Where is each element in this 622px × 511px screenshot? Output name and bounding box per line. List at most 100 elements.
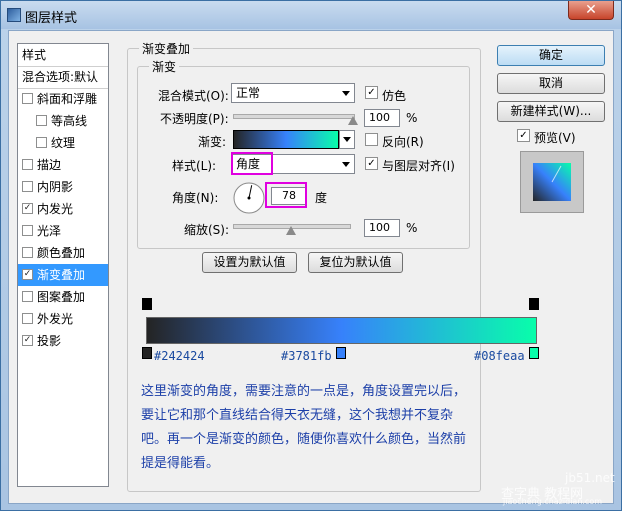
app-icon <box>7 8 21 22</box>
sidebar-item[interactable]: 混合选项:默认 <box>18 66 108 89</box>
dither-label: 仿色 <box>382 89 407 103</box>
sidebar-item[interactable]: 内阴影 <box>18 176 108 198</box>
sidebar-item[interactable]: ✓ 内发光 <box>18 198 108 220</box>
sidebar-item-checkbox[interactable]: ✓ <box>22 335 33 346</box>
color-stop-1[interactable] <box>142 347 152 359</box>
sidebar-item-label: 光泽 <box>37 224 62 238</box>
sidebar-item-label: 纹理 <box>51 136 76 150</box>
sidebar-item-checkbox[interactable] <box>22 247 33 258</box>
sidebar-item-checkbox[interactable] <box>22 225 33 236</box>
style-preview-thumbnail <box>520 151 584 213</box>
ok-button[interactable]: 确定 <box>497 45 605 66</box>
reverse-checkbox[interactable] <box>365 133 378 146</box>
sidebar-item[interactable]: 图案叠加 <box>18 286 108 308</box>
reset-default-button[interactable]: 复位为默认值 <box>308 252 403 273</box>
sidebar-item[interactable]: ✓ 投影 <box>18 330 108 352</box>
reverse-label: 反向(R) <box>382 135 424 149</box>
sidebar-item-checkbox[interactable] <box>22 159 33 170</box>
sidebar-item-label: 内发光 <box>37 202 74 216</box>
dither-checkbox[interactable]: ✓ <box>365 86 378 99</box>
sidebar-item-checkbox[interactable] <box>22 181 33 192</box>
sidebar-item-label: 混合选项:默认 <box>22 70 99 84</box>
align-with-layer-label: 与图层对齐(I) <box>382 159 455 173</box>
gradient-group-title: 渐变 <box>149 58 180 75</box>
highlight-box-style <box>231 152 273 175</box>
sidebar-item[interactable]: 光泽 <box>18 220 108 242</box>
chevron-down-icon <box>342 91 350 96</box>
preview-checkbox[interactable]: ✓ <box>517 129 530 142</box>
opacity-stop-left[interactable] <box>142 298 152 310</box>
sidebar-item-label: 颜色叠加 <box>37 246 86 260</box>
opacity-input[interactable]: 100 <box>364 109 400 127</box>
sidebar-item[interactable]: 描边 <box>18 154 108 176</box>
sidebar-item-label: 描边 <box>37 158 62 172</box>
style-list: 样式混合选项:默认斜面和浮雕等高线纹理描边内阴影 ✓ 内发光光泽颜色叠加 ✓ 渐变叠加图… <box>17 43 109 487</box>
color-stop-3[interactable] <box>529 347 539 359</box>
chevron-down-icon <box>343 137 351 142</box>
close-button[interactable]: ✕ <box>568 1 614 20</box>
sidebar-item-label: 等高线 <box>51 114 88 128</box>
opacity-stop-right[interactable] <box>529 298 539 310</box>
title-bar[interactable]: 图层样式 ✕ <box>1 1 621 29</box>
sidebar-item-checkbox[interactable]: ✓ <box>22 269 33 280</box>
layer-style-window: 图层样式 ✕ 样式混合选项:默认斜面和浮雕等高线纹理描边内阴影 ✓ 内发光光泽颜色叠… <box>0 0 622 511</box>
gradient-dropdown-button[interactable] <box>339 130 355 149</box>
sidebar-item[interactable]: 颜色叠加 <box>18 242 108 264</box>
color-stop-3-hex: #08feaa <box>474 349 525 363</box>
sidebar-item-label: 样式 <box>22 48 47 62</box>
gradient-overlay-title: 渐变叠加 <box>139 40 194 57</box>
scale-input[interactable]: 100 <box>364 219 400 237</box>
color-stop-1-hex: #242424 <box>154 349 205 363</box>
angle-dial-center <box>247 196 251 200</box>
watermark-url: jiaocheng.chazidian.com <box>503 497 603 506</box>
gradient-editor-bar[interactable] <box>146 317 537 344</box>
tutorial-note: 这里渐变的角度，需要注意的一点是，角度设置完以后，要让它和那个直线结合得天衣无缝… <box>141 384 467 471</box>
set-default-button[interactable]: 设置为默认值 <box>202 252 297 273</box>
preview-label: 预览(V) <box>534 131 576 145</box>
color-stop-2[interactable] <box>336 347 346 359</box>
sidebar-item[interactable]: 等高线 <box>18 110 108 132</box>
sidebar-item-label: 斜面和浮雕 <box>37 92 98 106</box>
sidebar-item-checkbox[interactable]: ✓ <box>22 203 33 214</box>
sidebar-item-checkbox[interactable] <box>22 93 33 104</box>
angle-dial[interactable] <box>232 181 266 215</box>
angle-unit: 度 <box>315 191 328 205</box>
blend-mode-select[interactable]: 正常 <box>231 83 355 103</box>
sidebar-item-label: 内阴影 <box>37 180 74 194</box>
sidebar-item-label: 渐变叠加 <box>37 268 86 282</box>
gradient-preview[interactable] <box>233 130 339 149</box>
sidebar-item-checkbox[interactable] <box>36 137 47 148</box>
gradient-label: 渐变: <box>198 135 227 149</box>
highlight-box-angle <box>265 182 307 208</box>
align-with-layer-checkbox[interactable]: ✓ <box>365 157 378 170</box>
color-stop-2-hex: #3781fb <box>281 349 332 363</box>
opacity-label: 不透明度(P): <box>160 112 229 126</box>
preview-swatch-icon <box>533 163 571 201</box>
chevron-down-icon <box>342 162 350 167</box>
scale-unit: % <box>406 221 418 235</box>
scale-label: 缩放(S): <box>184 223 230 237</box>
sidebar-item-label: 外发光 <box>37 312 74 326</box>
sidebar-item[interactable]: 外发光 <box>18 308 108 330</box>
dialog-body: 样式混合选项:默认斜面和浮雕等高线纹理描边内阴影 ✓ 内发光光泽颜色叠加 ✓ 渐变叠加图… <box>8 30 615 506</box>
sidebar-item[interactable]: 样式 <box>18 44 108 67</box>
cancel-button[interactable]: 取消 <box>497 73 605 94</box>
sidebar-item-checkbox[interactable] <box>22 313 33 324</box>
opacity-slider[interactable] <box>233 114 355 119</box>
sidebar-item-label: 投影 <box>37 334 62 348</box>
sidebar-item[interactable]: ✓ 渐变叠加 <box>18 264 108 286</box>
opacity-slider-thumb[interactable] <box>348 116 358 125</box>
scale-slider-thumb[interactable] <box>286 226 296 235</box>
sidebar-item-checkbox[interactable] <box>36 115 47 126</box>
new-style-button[interactable]: 新建样式(W)... <box>497 101 605 122</box>
blend-mode-label: 混合模式(O): <box>158 89 229 103</box>
window-title: 图层样式 <box>25 11 78 26</box>
style-label: 样式(L): <box>172 159 217 173</box>
blend-mode-value: 正常 <box>236 86 261 100</box>
sidebar-item[interactable]: 纹理 <box>18 132 108 154</box>
sidebar-item-checkbox[interactable] <box>22 291 33 302</box>
opacity-unit: % <box>406 111 418 125</box>
sidebar-item-label: 图案叠加 <box>37 290 86 304</box>
angle-label: 角度(N): <box>172 191 219 205</box>
sidebar-item[interactable]: 斜面和浮雕 <box>18 88 108 110</box>
